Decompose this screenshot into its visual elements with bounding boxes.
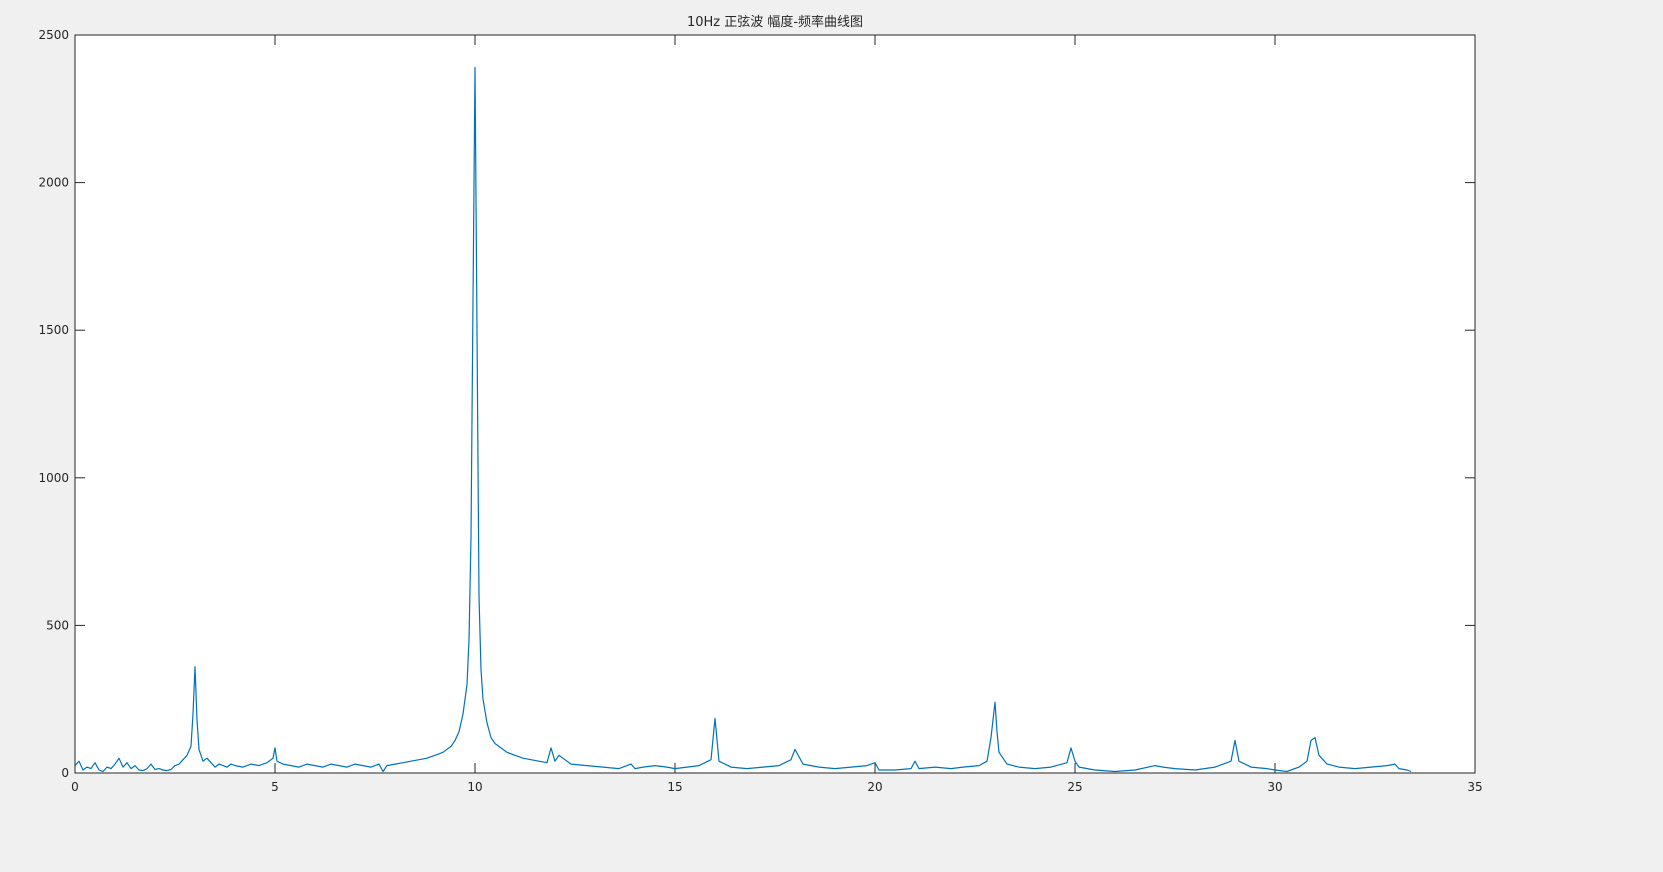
y-tick-label: 1500: [38, 323, 69, 337]
x-tick-label: 15: [667, 780, 682, 794]
x-tick-label: 25: [1067, 780, 1082, 794]
y-tick-label: 1000: [38, 471, 69, 485]
x-axis-tick-labels: 0 5 10 15 20 25 30 35: [71, 780, 1482, 794]
y-tick-label: 0: [61, 766, 69, 780]
x-tick-label: 30: [1267, 780, 1282, 794]
x-tick-label: 0: [71, 780, 79, 794]
plot-area: [75, 35, 1475, 773]
y-axis-tick-labels: 0 500 1000 1500 2000 2500: [38, 28, 69, 780]
y-tick-label: 2500: [38, 28, 69, 42]
y-tick-label: 2000: [38, 176, 69, 190]
x-tick-label: 35: [1467, 780, 1482, 794]
chart-title: 10Hz 正弦波 幅度-频率曲线图: [687, 14, 863, 30]
x-tick-label: 5: [271, 780, 279, 794]
figure-window: 10Hz 正弦波 幅度-频率曲线图 0 5 10 15 20 25 30 35 0 500 100…: [0, 0, 1663, 868]
y-tick-label: 500: [46, 618, 69, 632]
x-tick-label: 20: [867, 780, 882, 794]
x-tick-label: 10: [467, 780, 482, 794]
amplitude-frequency-chart: 10Hz 正弦波 幅度-频率曲线图 0 5 10 15 20 25 30 35 0 500 100…: [38, 14, 1482, 794]
